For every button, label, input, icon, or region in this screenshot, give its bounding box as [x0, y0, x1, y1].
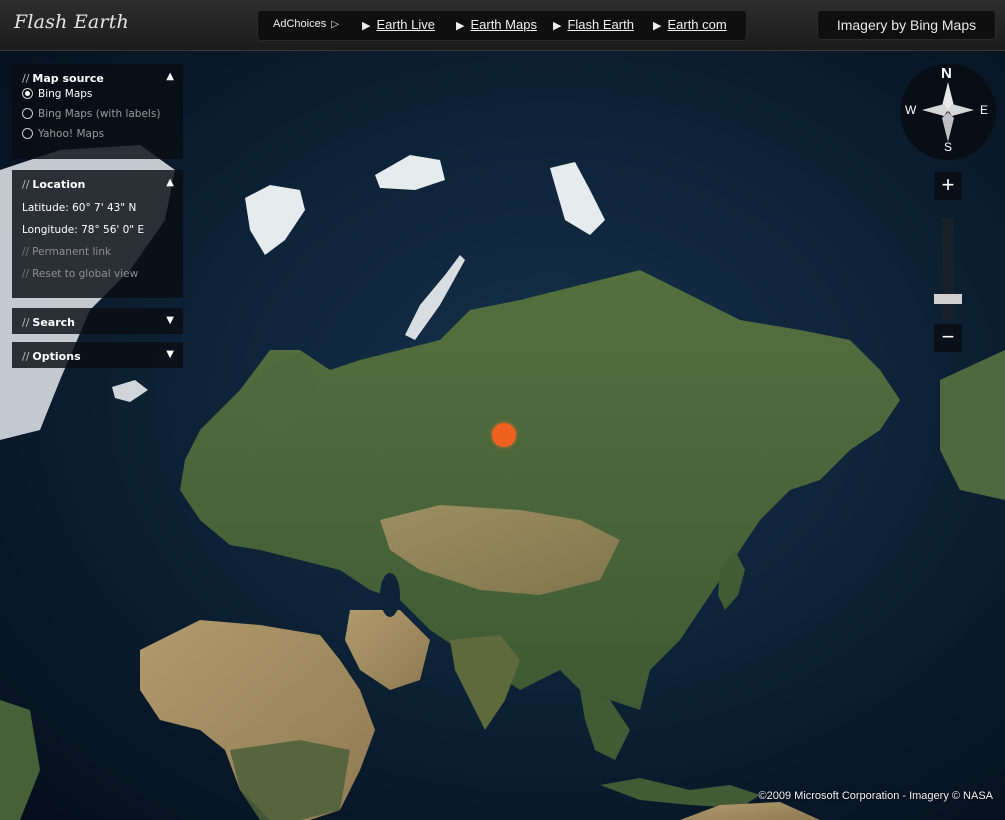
nav-links-box: AdChoices ▷ ▶ Earth Live ▶ Earth Maps ▶ Fla… [257, 10, 747, 41]
africa-green [230, 740, 350, 820]
location-marker[interactable] [492, 423, 516, 447]
panel-title: //Search [22, 316, 76, 329]
zoom-out-button[interactable]: − [934, 324, 962, 352]
compass-west: W [905, 103, 917, 117]
nav-link-label: Earth Maps [470, 17, 537, 32]
option-label: Yahoo! Maps [38, 128, 105, 140]
south-america-edge [0, 700, 40, 820]
nav-link-label: Earth com [667, 17, 727, 32]
play-arrow-icon: ▶ [362, 20, 371, 32]
map-source-option-bing[interactable]: Bing Maps [22, 84, 173, 104]
radio-button-selected[interactable] [22, 87, 33, 99]
location-panel: //Location ▲ Latitude: 60° 7' 43" N Long… [12, 170, 183, 298]
zoom-in-button[interactable]: + [934, 172, 962, 200]
compass-north: N [941, 65, 952, 82]
option-label: Bing Maps [38, 88, 93, 100]
longitude-readout: Longitude: 78° 56' 0" E [22, 224, 145, 236]
nav-link-label: Flash Earth [567, 17, 634, 32]
nav-link-earth-com[interactable]: ▶ Earth com [653, 17, 727, 32]
map-source-option-yahoo[interactable]: Yahoo! Maps [22, 124, 173, 144]
expand-triangle-icon[interactable]: ▼ [166, 315, 174, 326]
location-header[interactable]: //Location ▲ [12, 170, 183, 198]
top-bar: Flash Earth AdChoices ▷ ▶ Earth Live ▶ Ear… [0, 0, 1005, 51]
nav-link-earth-live[interactable]: ▶ Earth Live [362, 17, 435, 32]
franz-josef-islands [375, 155, 445, 190]
compass-south: S [944, 140, 953, 154]
options-panel: //Options ▼ [12, 342, 183, 368]
compass-east: E [980, 103, 989, 117]
imagery-source-badge[interactable]: Imagery by Bing Maps [817, 10, 996, 40]
indian-subcontinent [450, 635, 520, 730]
map-source-option-bing-labels[interactable]: Bing Maps (with labels) [22, 104, 173, 124]
map-source-panel: //Map source ▲ Bing Maps Bing Maps (with… [12, 64, 183, 159]
adchoices-icon: ▷ [331, 19, 339, 30]
nav-link-earth-maps[interactable]: ▶ Earth Maps [456, 17, 537, 32]
options-header[interactable]: //Options ▼ [12, 342, 183, 370]
nav-link-label: Earth Live [376, 17, 436, 32]
option-label: Bing Maps (with labels) [38, 108, 161, 120]
radio-button[interactable] [22, 127, 33, 139]
compass-rose[interactable]: N S E W [900, 64, 996, 160]
zoom-slider-handle[interactable] [934, 294, 962, 304]
zoom-slider-track[interactable] [942, 218, 954, 321]
search-panel: //Search ▼ [12, 308, 183, 334]
panel-title: //Options [22, 350, 81, 363]
search-header[interactable]: //Search ▼ [12, 308, 183, 336]
caspian-sea [380, 573, 400, 617]
alaska [940, 350, 1005, 500]
expand-triangle-icon[interactable]: ▼ [166, 349, 174, 360]
arabian-peninsula [345, 610, 430, 690]
imagery-copyright: ©2009 Microsoft Corporation - Imagery © … [758, 790, 993, 802]
collapse-triangle-icon[interactable]: ▲ [166, 177, 174, 188]
permanent-link[interactable]: //Permanent link [22, 241, 173, 263]
iceland [112, 380, 148, 402]
play-arrow-icon: ▶ [653, 20, 662, 32]
play-arrow-icon: ▶ [456, 20, 465, 32]
app-logo[interactable]: Flash Earth [14, 11, 129, 33]
radio-button[interactable] [22, 107, 33, 119]
play-arrow-icon: ▶ [553, 20, 562, 32]
indonesia-islands [600, 778, 760, 808]
adchoices-label: AdChoices [273, 18, 327, 30]
collapse-triangle-icon[interactable]: ▲ [166, 71, 174, 82]
panel-title: //Location [22, 178, 86, 191]
latitude-readout: Latitude: 60° 7' 43" N [22, 202, 137, 214]
nav-link-flash-earth[interactable]: ▶ Flash Earth [553, 17, 634, 32]
black-sea [298, 575, 342, 595]
adchoices-link[interactable]: AdChoices ▷ [273, 18, 339, 30]
svalbard-island [245, 185, 305, 255]
reset-view-link[interactable]: //Reset to global view [22, 263, 173, 285]
severnaya-island [550, 162, 605, 235]
